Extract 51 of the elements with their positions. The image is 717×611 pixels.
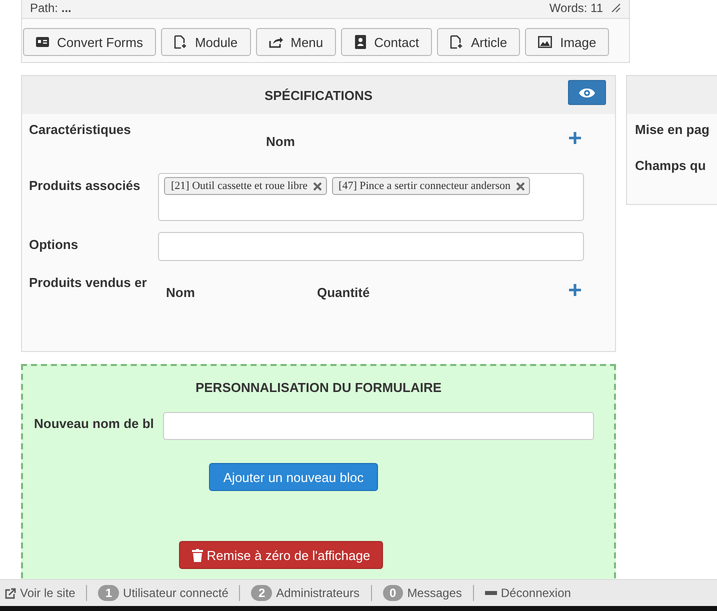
add-icon[interactable] <box>569 284 581 296</box>
toolbar-button[interactable]: Contact <box>341 28 432 56</box>
product-tag: [47] Pince a sertir connecteur anderson <box>332 177 530 195</box>
status-link[interactable]: 2 Administrateurs <box>248 585 362 601</box>
block-name-field[interactable] <box>163 412 594 440</box>
field-label: Produits vendus er <box>29 275 148 290</box>
path-label: Path: ... <box>30 1 72 15</box>
field-label: Caractéristiques <box>29 122 132 137</box>
toolbar-button[interactable]: Module <box>160 28 251 56</box>
address-book-icon <box>354 35 366 49</box>
status-link[interactable]: 1 Utilisateur connecté <box>95 585 232 601</box>
word-count: Words: 11 <box>549 1 603 15</box>
panel-title: SPÉCIFICATIONS <box>264 88 373 102</box>
count-badge: 2 <box>251 585 272 601</box>
add-block-button[interactable]: Ajouter un nouveau bloc <box>209 463 378 491</box>
toolbar-button[interactable]: Convert Forms <box>23 28 156 56</box>
file-plus-icon <box>174 35 187 49</box>
field-label: Produits associés <box>29 178 142 193</box>
add-icon[interactable] <box>569 132 581 144</box>
status-link[interactable]: 0 Messages <box>380 585 465 601</box>
trash-icon <box>192 548 203 562</box>
toolbar-button[interactable]: Menu <box>256 28 336 56</box>
product-tag: [21] Outil cassette et roue libre <box>164 177 327 195</box>
eye-icon <box>579 88 595 98</box>
resize-handle-icon[interactable] <box>611 3 621 13</box>
toolbar-button[interactable]: Image <box>525 28 610 56</box>
field-label: Options <box>29 237 80 252</box>
image-icon <box>538 36 552 48</box>
column-header: Quantité <box>317 285 370 300</box>
options-field[interactable] <box>158 232 584 261</box>
field-label: Nouveau nom de bl <box>34 416 153 431</box>
count-badge: 0 <box>382 585 404 601</box>
file-plus-icon <box>450 35 463 49</box>
panel-title: PERSONNALISATION DU FORMULAIRE <box>194 380 443 395</box>
preview-button[interactable] <box>568 80 606 105</box>
id-card-icon <box>36 37 49 47</box>
share-icon <box>268 36 283 48</box>
remove-icon[interactable] <box>312 182 322 190</box>
status-link[interactable]: Voir le site <box>2 586 78 600</box>
field-label: Champs qu <box>635 158 707 173</box>
external-link-icon <box>5 588 16 598</box>
count-badge: 1 <box>98 585 120 601</box>
tags-field[interactable]: [21] Outil cassette et roue libre [47] Pince a sertir connecteur anderson <box>158 173 584 221</box>
column-header: Nom <box>166 285 195 300</box>
field-label: Mise en pag <box>635 122 710 137</box>
toolbar-button[interactable]: Article <box>436 28 520 56</box>
reset-button[interactable]: Remise à zéro de l'affichage <box>178 541 384 569</box>
column-header: Nom <box>266 134 295 149</box>
minus-icon <box>484 591 497 595</box>
remove-icon[interactable] <box>516 182 525 190</box>
status-link[interactable]: Déconnexion <box>482 586 574 600</box>
